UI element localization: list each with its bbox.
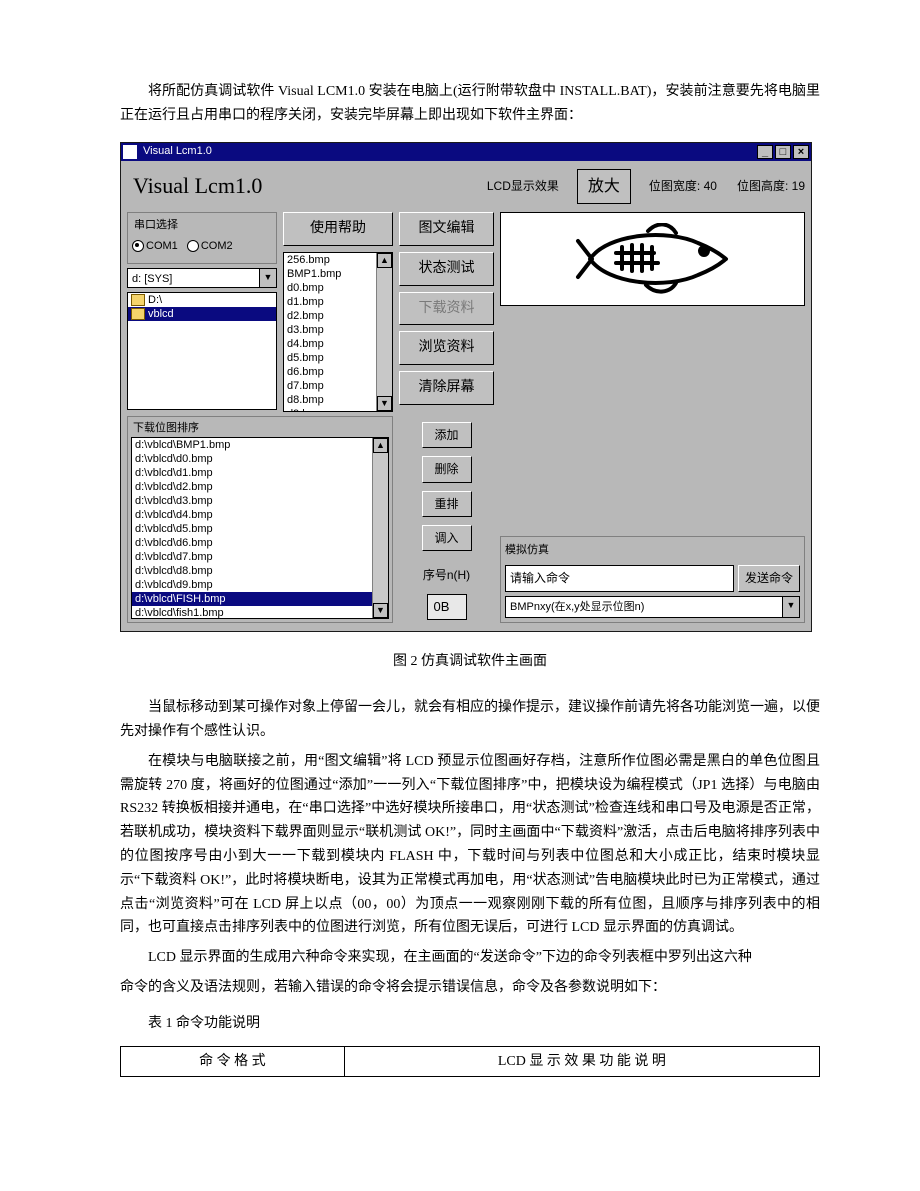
- send-command-button[interactable]: 发送命令: [738, 565, 800, 591]
- download-list-item[interactable]: d:\vblcd\d4.bmp: [132, 508, 388, 522]
- sequence-value: 0B: [427, 594, 467, 620]
- com-port-legend: 串口选择: [132, 216, 272, 235]
- command-input[interactable]: 请输入命令: [505, 565, 734, 591]
- table-label: 表 1 命令功能说明: [120, 1012, 820, 1036]
- com2-radio[interactable]: COM2: [187, 237, 233, 256]
- table-header-format: 命 令 格 式: [121, 1046, 345, 1077]
- window-titlebar: Visual Lcm1.0 _ □ ×: [121, 143, 811, 161]
- download-order-group: 下载位图排序 ▲ ▼ d:\vblcd\BMP1.bmpd:\vblcd\d0.…: [127, 416, 393, 624]
- download-list-item[interactable]: d:\vblcd\d3.bmp: [132, 494, 388, 508]
- download-order-list[interactable]: ▲ ▼ d:\vblcd\BMP1.bmpd:\vblcd\d0.bmpd:\v…: [131, 437, 389, 619]
- close-button[interactable]: ×: [793, 145, 809, 159]
- paragraph-3: 在模块与电脑联接之前，用“图文编辑”将 LCD 预显示位图画好存档，注意所作位图…: [120, 750, 820, 940]
- scroll-down-icon[interactable]: ▼: [377, 396, 392, 411]
- radio-dot-icon: [187, 240, 199, 252]
- com2-label: COM2: [201, 237, 233, 256]
- download-list-item[interactable]: d:\vblcd\BMP1.bmp: [132, 438, 388, 452]
- status-test-button[interactable]: 状态测试: [399, 252, 494, 286]
- fish-icon: [558, 223, 748, 295]
- simulation-legend: 模拟仿真: [505, 541, 800, 560]
- com1-label: COM1: [146, 237, 178, 256]
- app-icon: [123, 145, 137, 159]
- reorder-button[interactable]: 重排: [422, 491, 472, 517]
- edit-button[interactable]: 图文编辑: [399, 212, 494, 246]
- bitmap-width-label: 位图宽度: 40: [649, 176, 717, 196]
- download-list-item[interactable]: d:\vblcd\d7.bmp: [132, 550, 388, 564]
- download-list-item[interactable]: d:\vblcd\d2.bmp: [132, 480, 388, 494]
- download-list-item[interactable]: d:\vblcd\d1.bmp: [132, 466, 388, 480]
- figure-caption: 图 2 仿真调试软件主画面: [120, 650, 820, 674]
- command-select[interactable]: BMPnxy(在x,y处显示位图n) ▼: [505, 596, 800, 619]
- download-list-item[interactable]: d:\vblcd\FISH.bmp: [132, 592, 388, 606]
- minimize-button[interactable]: _: [757, 145, 773, 159]
- table-header-row: 命 令 格 式 LCD 显 示 效 果 功 能 说 明: [121, 1046, 820, 1077]
- sequence-label: 序号n(H): [423, 565, 470, 585]
- window-title: Visual Lcm1.0: [141, 142, 757, 161]
- table-header-desc: LCD 显 示 效 果 功 能 说 明: [344, 1046, 819, 1077]
- folder-item[interactable]: D:\: [128, 293, 276, 307]
- delete-button[interactable]: 删除: [422, 456, 472, 482]
- folder-item-selected[interactable]: vblcd: [128, 307, 276, 321]
- load-button[interactable]: 调入: [422, 525, 472, 551]
- download-list-item[interactable]: d:\vblcd\d6.bmp: [132, 536, 388, 550]
- add-button[interactable]: 添加: [422, 422, 472, 448]
- app-window: Visual Lcm1.0 _ □ × Visual Lcm1.0 LCD显示效…: [120, 142, 812, 633]
- paragraph-4: LCD 显示界面的生成用六种命令来实现，在主画面的“发送命令”下边的命令列表框中…: [120, 946, 820, 970]
- download-list-item[interactable]: d:\vblcd\d9.bmp: [132, 578, 388, 592]
- drive-select[interactable]: d: [SYS] ▼: [127, 268, 277, 288]
- browse-button[interactable]: 浏览资料: [399, 331, 494, 365]
- scroll-up-icon[interactable]: ▲: [377, 253, 392, 268]
- bitmap-height-label: 位图高度: 19: [737, 176, 805, 196]
- scrollbar[interactable]: ▲ ▼: [376, 253, 392, 411]
- folder-icon: [131, 294, 145, 306]
- app-title-label: Visual Lcm1.0: [133, 167, 262, 204]
- scrollbar[interactable]: ▲ ▼: [372, 438, 388, 618]
- com-port-group: 串口选择 COM1 COM2: [127, 212, 277, 264]
- zoom-button[interactable]: 放大: [577, 169, 631, 204]
- download-list-item[interactable]: d:\vblcd\d0.bmp: [132, 452, 388, 466]
- download-list-item[interactable]: d:\vblcd\fish1.bmp: [132, 606, 388, 619]
- lcd-preview: [500, 212, 805, 306]
- paragraph-2: 当鼠标移动到某可操作对象上停留一会儿，就会有相应的操作提示，建议操作前请先将各功…: [120, 696, 820, 744]
- simulation-group: 模拟仿真 请输入命令 发送命令 BMPnxy(在x,y处显示位图n) ▼: [500, 536, 805, 624]
- lcd-effect-label: LCD显示效果: [487, 176, 559, 196]
- maximize-button[interactable]: □: [775, 145, 791, 159]
- help-button[interactable]: 使用帮助: [283, 212, 393, 246]
- command-select-value: BMPnxy(在x,y处显示位图n): [506, 597, 782, 618]
- download-list-item[interactable]: d:\vblcd\d5.bmp: [132, 522, 388, 536]
- clear-screen-button[interactable]: 清除屏幕: [399, 371, 494, 405]
- chevron-down-icon: ▼: [259, 269, 276, 287]
- com1-radio[interactable]: COM1: [132, 237, 178, 256]
- scroll-down-icon[interactable]: ▼: [373, 603, 388, 618]
- screenshot-figure: Visual Lcm1.0 _ □ × Visual Lcm1.0 LCD显示效…: [120, 142, 820, 633]
- drive-value: d: [SYS]: [128, 269, 259, 287]
- intro-paragraph: 将所配仿真调试软件 Visual LCM1.0 安装在电脑上(运行附带软盘中 I…: [120, 80, 820, 128]
- scroll-up-icon[interactable]: ▲: [373, 438, 388, 453]
- download-list-item[interactable]: d:\vblcd\d8.bmp: [132, 564, 388, 578]
- folder-list[interactable]: D:\ vblcd: [127, 292, 277, 410]
- folder-icon: [131, 308, 145, 320]
- download-order-legend: 下载位图排序: [131, 419, 201, 438]
- file-list[interactable]: ▲ ▼ 256.bmpBMP1.bmpd0.bmpd1.bmpd2.bmpd3.…: [283, 252, 393, 412]
- chevron-down-icon: ▼: [782, 597, 799, 618]
- radio-dot-icon: [132, 240, 144, 252]
- download-button[interactable]: 下载资料: [399, 292, 494, 326]
- command-table: 命 令 格 式 LCD 显 示 效 果 功 能 说 明: [120, 1046, 820, 1078]
- paragraph-5: 命令的含义及语法规则，若输入错误的命令将会提示错误信息，命令及各参数说明如下：: [120, 976, 820, 1000]
